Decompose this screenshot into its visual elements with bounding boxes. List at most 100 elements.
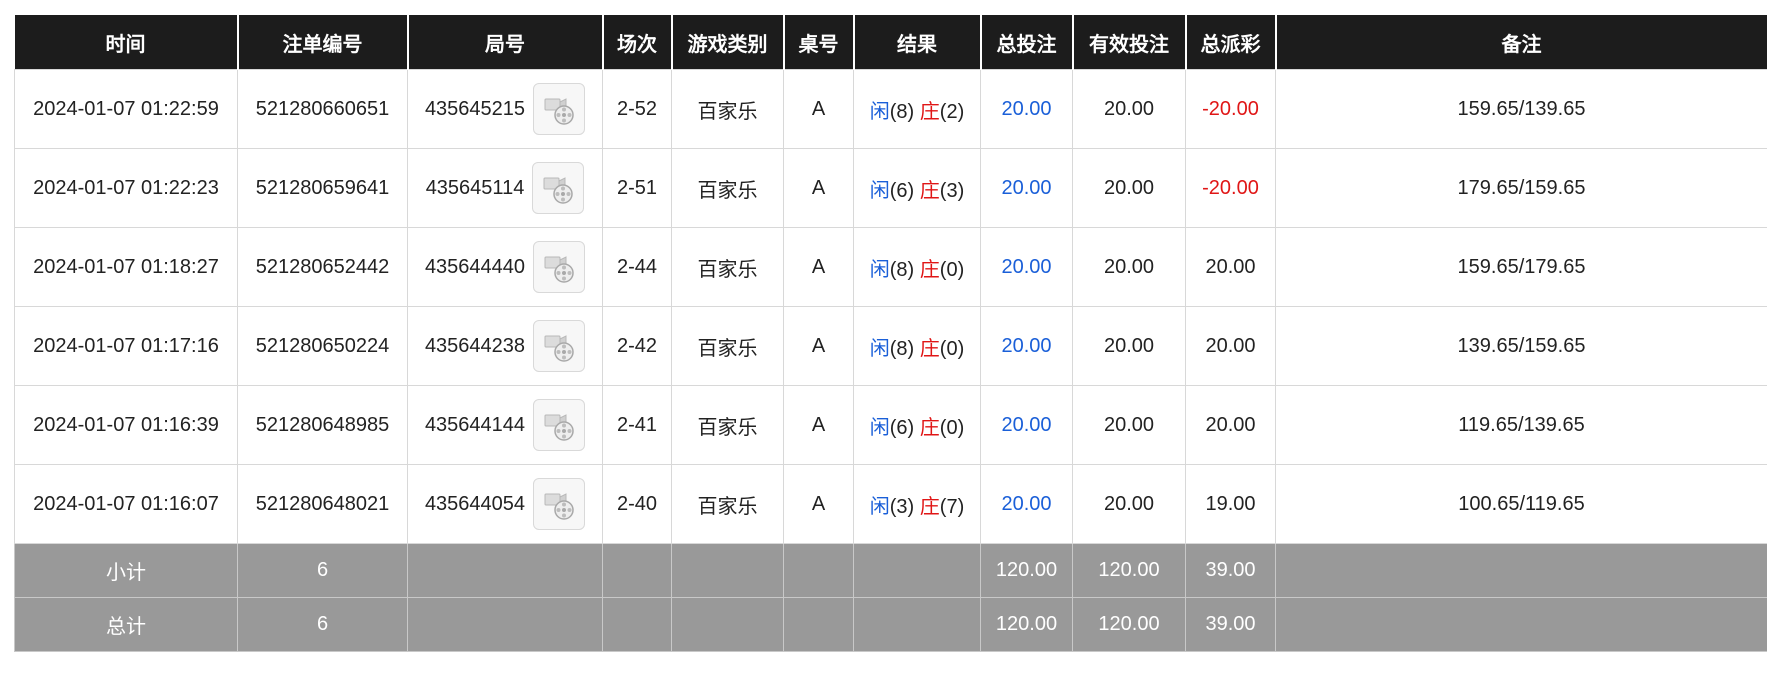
total-bet: 20.00 [980, 227, 1073, 307]
banker-score: (7) [939, 495, 965, 518]
video-replay-icon [544, 98, 574, 125]
result-cell: 闲(6) 庄(3) [853, 148, 981, 228]
banker-label: 庄 [919, 258, 940, 281]
header-bet-id: 注单编号 [236, 15, 409, 70]
payout: 20.00 [1185, 227, 1276, 307]
payout: 20.00 [1185, 306, 1276, 386]
result-cell: 闲(8) 庄(0) [853, 227, 981, 307]
table-row: 2024-01-07 01:16:07 521280648021 4356440… [14, 464, 1767, 544]
payout: -20.00 [1185, 148, 1276, 228]
round-number: 435645114 [425, 176, 525, 199]
subtotal-count: 6 [237, 543, 408, 598]
player-label: 闲 [869, 100, 890, 123]
grand-total-payout: 39.00 [1185, 597, 1276, 652]
note: 159.65/139.65 [1275, 69, 1767, 149]
round-cell: 435644238 [407, 306, 603, 386]
header-time: 时间 [14, 15, 239, 70]
player-score: (3) [889, 495, 915, 518]
replay-button[interactable] [533, 241, 586, 293]
grand-total-count: 6 [237, 597, 408, 652]
bet-time: 2024-01-07 01:17:16 [14, 306, 238, 386]
table-row: 2024-01-07 01:17:16 521280650224 4356442… [14, 306, 1767, 386]
video-replay-icon [544, 493, 574, 520]
bet-time: 2024-01-07 01:16:39 [14, 385, 238, 465]
bet-time: 2024-01-07 01:22:23 [14, 148, 238, 228]
payout: -20.00 [1185, 69, 1276, 149]
banker-label: 庄 [919, 337, 940, 360]
player-score: (8) [889, 337, 915, 360]
session: 2-44 [602, 227, 672, 307]
bet-id: 521280660651 [237, 69, 408, 149]
replay-button[interactable] [532, 162, 585, 214]
replay-button[interactable] [533, 320, 586, 372]
bet-time: 2024-01-07 01:18:27 [14, 227, 238, 307]
table-number: A [783, 148, 854, 228]
bet-records-table: 时间 注单编号 局号 场次 游戏类别 桌号 结果 总投注 有效投注 总派彩 备注… [14, 15, 1767, 652]
table-row: 2024-01-07 01:22:59 521280660651 4356452… [14, 69, 1767, 149]
table-row: 2024-01-07 01:22:23 521280659641 4356451… [14, 148, 1767, 228]
subtotal-label: 小计 [14, 543, 238, 598]
payout: 20.00 [1185, 385, 1276, 465]
player-label: 闲 [869, 495, 890, 518]
valid-bet: 20.00 [1072, 306, 1186, 386]
payout: 19.00 [1185, 464, 1276, 544]
banker-score: (0) [939, 258, 965, 281]
total-bet: 20.00 [980, 69, 1073, 149]
note: 119.65/139.65 [1275, 385, 1767, 465]
banker-score: (0) [939, 337, 965, 360]
round-number: 435645215 [424, 97, 526, 120]
bet-id: 521280652442 [237, 227, 408, 307]
table-row: 2024-01-07 01:18:27 521280652442 4356444… [14, 227, 1767, 307]
round-cell: 435645215 [407, 69, 603, 149]
bet-id: 521280648985 [237, 385, 408, 465]
round-cell: 435644440 [407, 227, 603, 307]
subtotal-valid-bet: 120.00 [1072, 543, 1186, 598]
total-bet: 20.00 [980, 385, 1073, 465]
table-number: A [783, 464, 854, 544]
valid-bet: 20.00 [1072, 148, 1186, 228]
session: 2-42 [602, 306, 672, 386]
grand-total-valid-bet: 120.00 [1072, 597, 1186, 652]
valid-bet: 20.00 [1072, 464, 1186, 544]
grand-total-total-bet: 120.00 [980, 597, 1073, 652]
bet-id: 521280659641 [237, 148, 408, 228]
round-number: 435644054 [424, 492, 526, 515]
table-header-row: 时间 注单编号 局号 场次 游戏类别 桌号 结果 总投注 有效投注 总派彩 备注 [14, 15, 1767, 70]
total-bet: 20.00 [980, 306, 1073, 386]
round-number: 435644238 [424, 334, 526, 357]
round-cell: 435644054 [407, 464, 603, 544]
subtotal-row: 小计 6 120.00 120.00 39.00 [14, 543, 1767, 598]
round-number: 435644144 [424, 413, 526, 436]
header-valid-bet: 有效投注 [1071, 15, 1187, 70]
player-label: 闲 [869, 179, 890, 202]
player-score: (8) [889, 258, 915, 281]
bet-records-panel: 时间 注单编号 局号 场次 游戏类别 桌号 结果 总投注 有效投注 总派彩 备注… [14, 15, 1767, 652]
header-total-bet: 总投注 [979, 15, 1074, 70]
game-type: 百家乐 [671, 464, 784, 544]
video-replay-icon [544, 335, 574, 362]
result-cell: 闲(8) 庄(0) [853, 306, 981, 386]
note: 139.65/159.65 [1275, 306, 1767, 386]
subtotal-payout: 39.00 [1185, 543, 1276, 598]
table-number: A [783, 385, 854, 465]
banker-score: (3) [939, 179, 965, 202]
round-number: 435644440 [424, 255, 526, 278]
session: 2-52 [602, 69, 672, 149]
replay-button[interactable] [533, 399, 586, 451]
valid-bet: 20.00 [1072, 227, 1186, 307]
session: 2-51 [602, 148, 672, 228]
replay-button[interactable] [533, 478, 586, 530]
replay-button[interactable] [533, 83, 586, 135]
game-type: 百家乐 [671, 148, 784, 228]
header-table: 桌号 [782, 15, 855, 70]
header-note: 备注 [1274, 15, 1767, 70]
video-replay-icon [544, 414, 574, 441]
player-label: 闲 [869, 337, 890, 360]
bet-id: 521280650224 [237, 306, 408, 386]
banker-label: 庄 [919, 416, 940, 439]
note: 100.65/119.65 [1275, 464, 1767, 544]
table-row: 2024-01-07 01:16:39 521280648985 4356441… [14, 385, 1767, 465]
game-type: 百家乐 [671, 385, 784, 465]
grand-total-row: 总计 6 120.00 120.00 39.00 [14, 597, 1767, 652]
total-bet: 20.00 [980, 148, 1073, 228]
